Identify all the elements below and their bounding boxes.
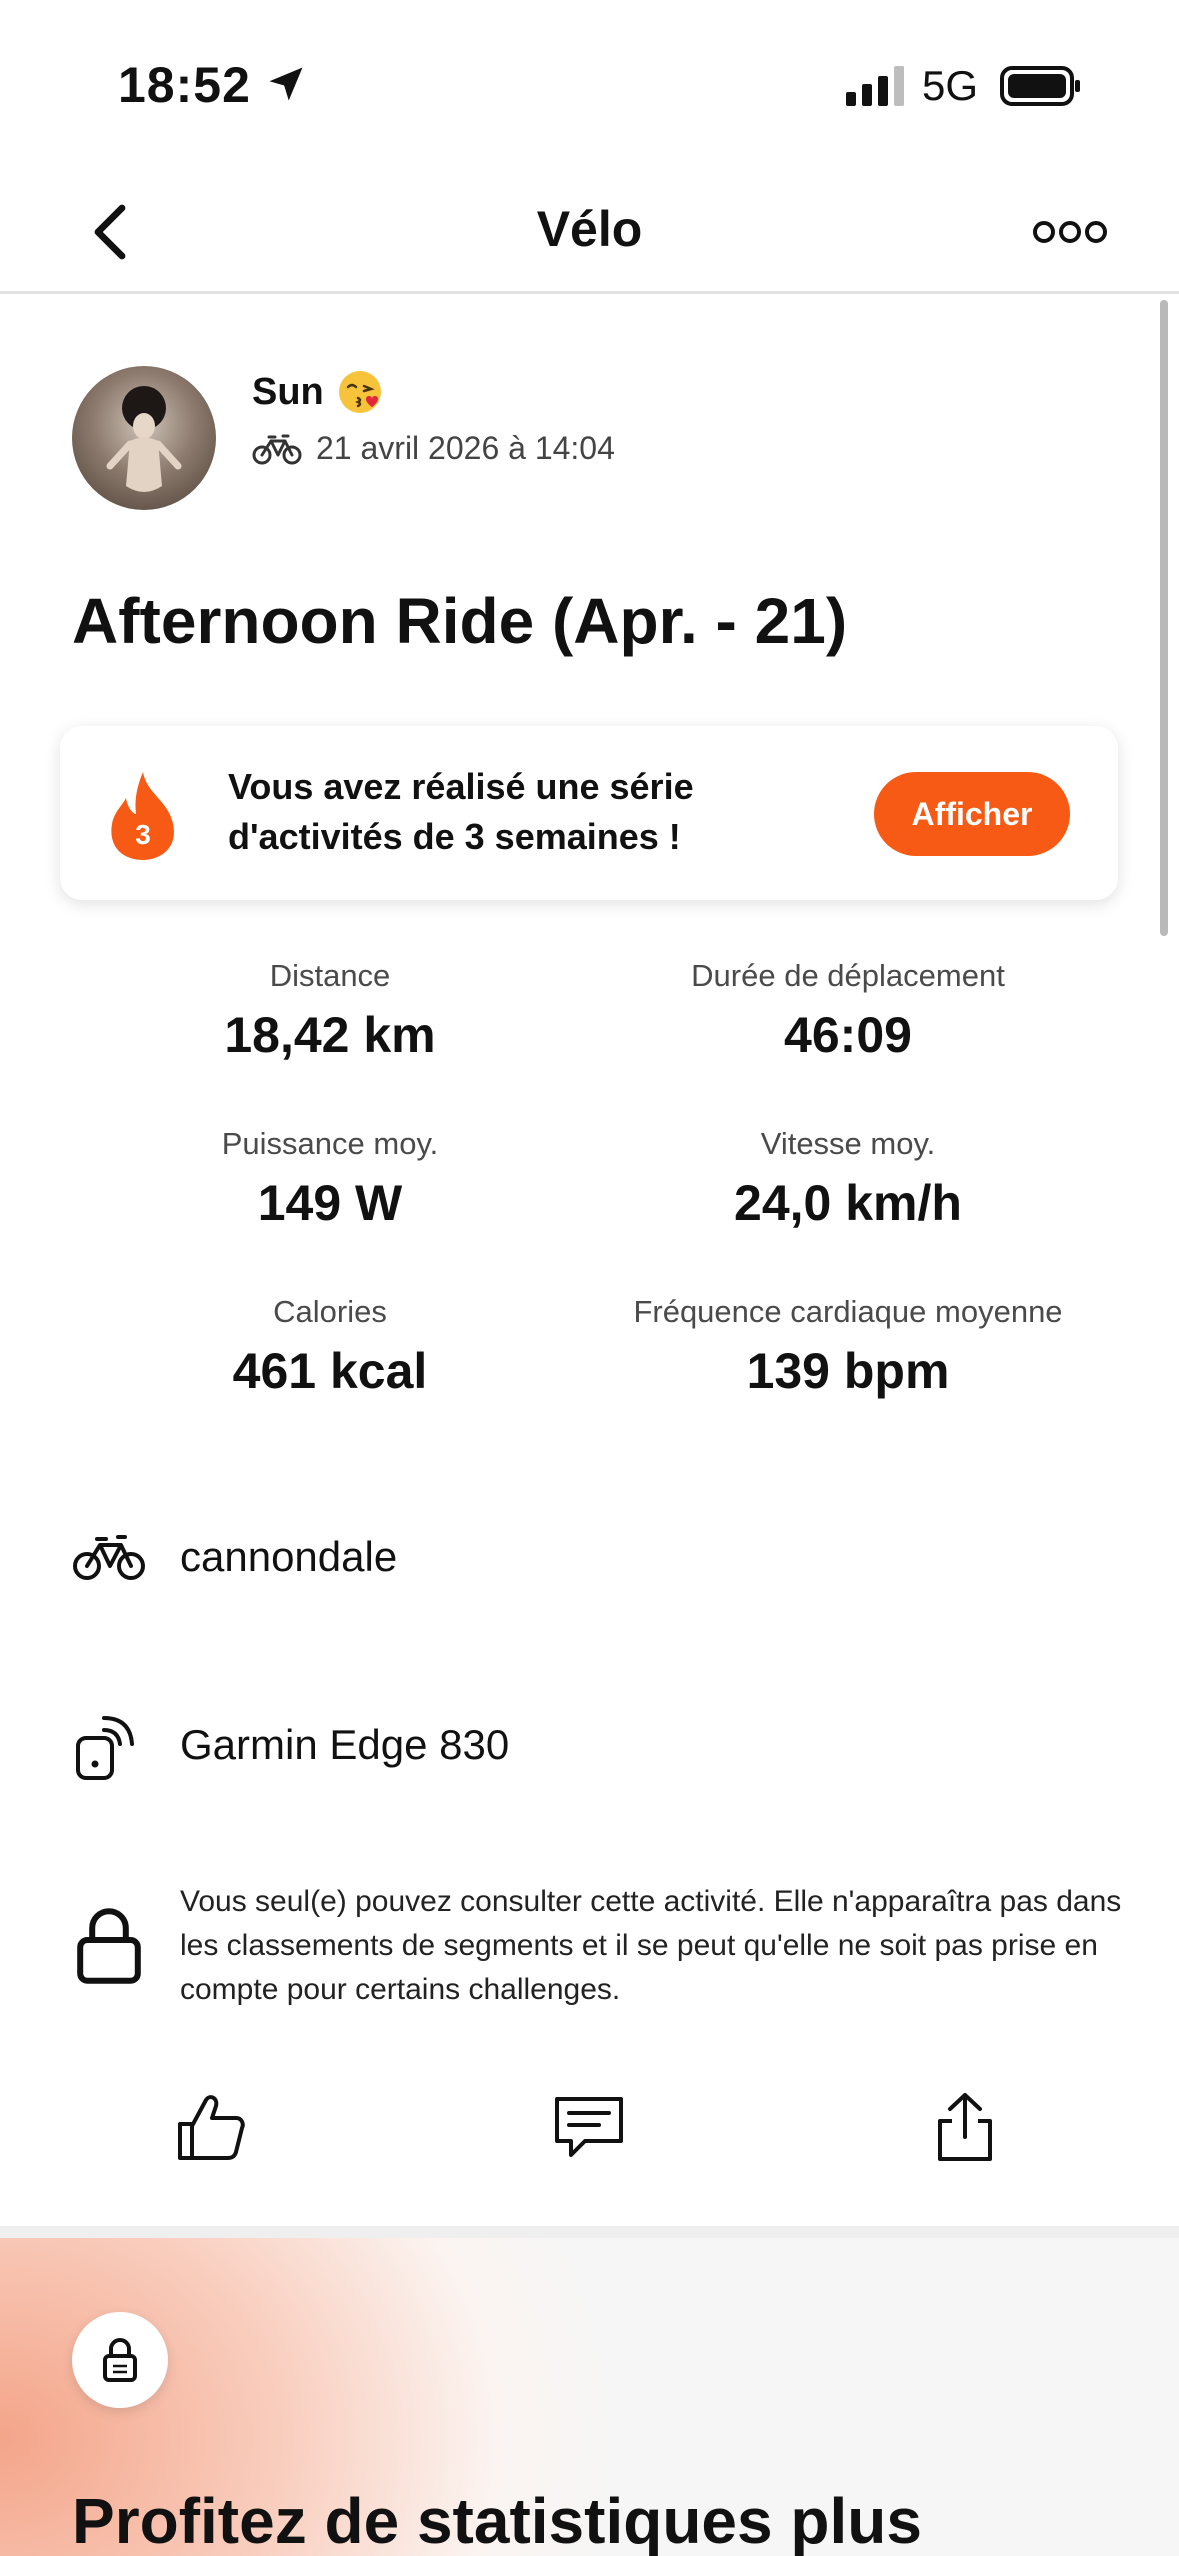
stat-calories: Calories 461 kcal (60, 1294, 600, 1400)
stat-avg-speed: Vitesse moy. 24,0 km/h (578, 1126, 1118, 1232)
stat-value: 18,42 km (224, 1007, 436, 1063)
location-arrow-icon (269, 67, 303, 101)
subscription-upsell: Profitez de statistiques plus (0, 2238, 1179, 2556)
gear-bike-row[interactable]: cannondale (72, 1520, 397, 1594)
privacy-notice: Vous seul(e) pouvez consulter cette acti… (72, 1880, 1121, 2020)
more-options-button[interactable] (1020, 200, 1120, 264)
athlete-name-row[interactable]: Sun (252, 368, 384, 416)
lock-icon (77, 1908, 141, 1984)
stat-avg-heart-rate: Fréquence cardiaque moyenne 139 bpm (578, 1294, 1118, 1400)
status-bar: 18:52 5G (0, 0, 1179, 170)
streak-card: 3 Vous avez réalisé une série d'activité… (60, 726, 1118, 900)
section-divider (0, 2226, 1179, 2238)
kudos-button[interactable] (166, 2082, 256, 2172)
stat-label: Durée de déplacement (691, 958, 1005, 993)
stat-label: Vitesse moy. (760, 1126, 936, 1161)
stat-value: 461 kcal (232, 1343, 428, 1399)
device-icon (76, 1716, 134, 1780)
bike-icon (252, 434, 302, 464)
thumbs-up-icon (178, 2095, 245, 2160)
battery-icon (1000, 66, 1080, 106)
signal-icon (846, 66, 904, 106)
streak-count: 3 (135, 819, 151, 850)
stat-label: Distance (269, 958, 391, 993)
page-title: Vélo (536, 201, 643, 257)
avatar[interactable] (72, 366, 216, 510)
status-time: 18:52 (118, 57, 251, 113)
bike-name: cannondale (180, 1533, 398, 1580)
more-dots-icon (1033, 221, 1107, 243)
avatar-image (106, 386, 182, 492)
network-label: 5G (922, 62, 979, 109)
privacy-text: Vous seul(e) pouvez consulter cette acti… (180, 1885, 1122, 2006)
stat-label: Fréquence cardiaque moyenne (633, 1294, 1063, 1329)
flame-icon: 3 (111, 772, 174, 860)
lock-badge (72, 2312, 168, 2408)
comment-icon (555, 2097, 623, 2157)
stat-label: Puissance moy. (221, 1126, 439, 1161)
scrollbar[interactable] (1160, 300, 1168, 936)
stat-value: 24,0 km/h (734, 1175, 962, 1231)
upsell-title: Profitez de statistiques plus (72, 2485, 922, 2556)
stat-distance: Distance 18,42 km (60, 958, 600, 1064)
activity-meta: 21 avril 2026 à 14:04 (252, 430, 615, 467)
activity-title: Afternoon Ride (Apr. - 21) (72, 585, 848, 657)
stat-moving-time: Durée de déplacement 46:09 (578, 958, 1118, 1064)
gear-device-row[interactable]: Garmin Edge 830 (72, 1708, 509, 1782)
kiss-emoji-icon (338, 371, 381, 413)
comment-button[interactable] (544, 2082, 634, 2172)
stat-value: 46:09 (784, 1007, 912, 1063)
stat-avg-power: Puissance moy. 149 W (60, 1126, 600, 1232)
stat-value: 149 W (257, 1175, 403, 1231)
lock-icon (103, 2338, 137, 2382)
stat-value: 139 bpm (746, 1343, 950, 1399)
streak-message: Vous avez réalisé une série d'activités … (228, 766, 694, 857)
activity-datetime: 21 avril 2026 à 14:04 (316, 430, 615, 466)
stat-label: Calories (273, 1294, 387, 1329)
device-name: Garmin Edge 830 (180, 1721, 510, 1768)
show-streak-button[interactable]: Afficher (874, 772, 1070, 856)
nav-header: Vélo (0, 170, 1179, 294)
share-icon (938, 2093, 992, 2161)
athlete-name: Sun (252, 370, 324, 413)
bike-icon (73, 1535, 145, 1580)
share-button[interactable] (920, 2082, 1010, 2172)
